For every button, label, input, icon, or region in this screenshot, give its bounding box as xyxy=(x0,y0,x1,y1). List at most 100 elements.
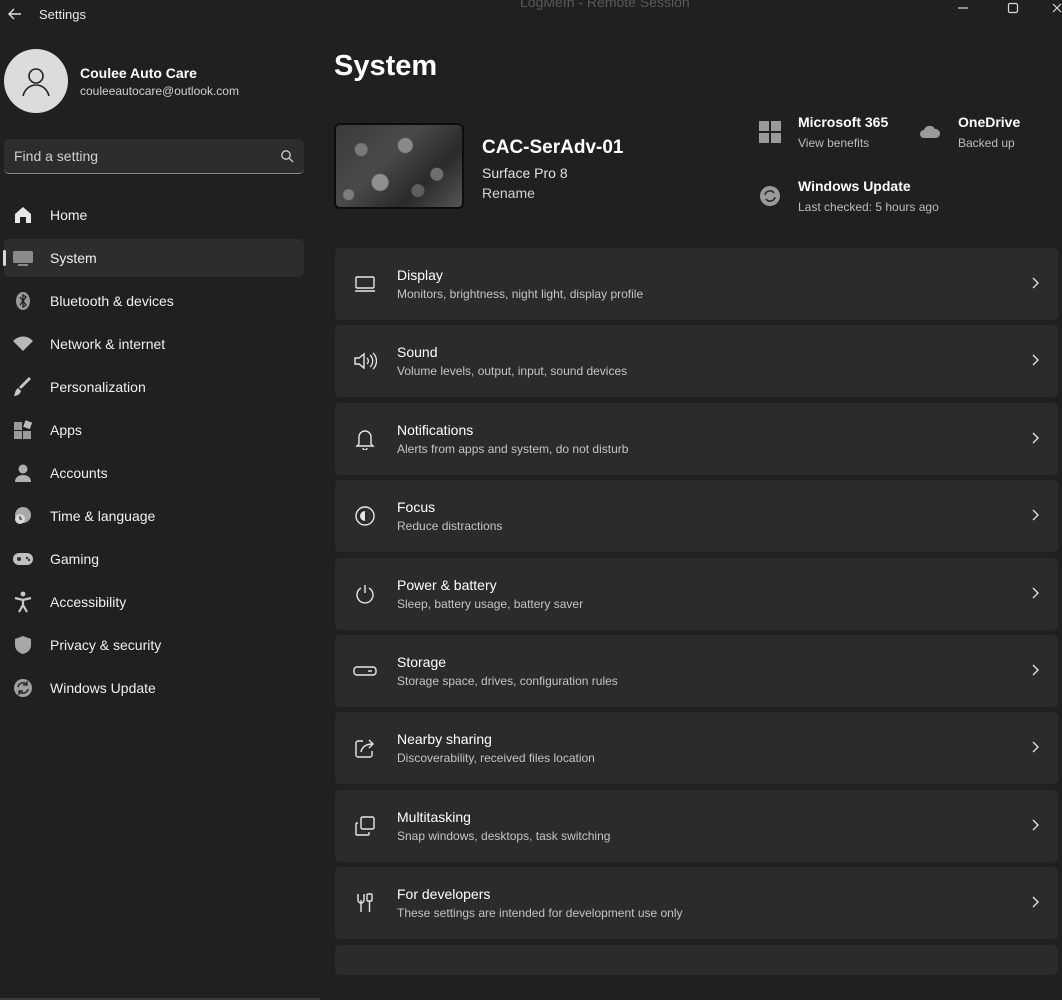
microsoft-logo-icon xyxy=(758,120,782,144)
speaker-icon xyxy=(353,349,377,373)
settings-card-list: Display Monitors, brightness, night ligh… xyxy=(335,248,1058,980)
back-arrow-icon[interactable] xyxy=(6,5,24,23)
minimize-button[interactable] xyxy=(948,0,978,16)
card-nearby-sharing[interactable]: Nearby sharing Discoverability, received… xyxy=(335,712,1058,785)
sidebar-item-time-language[interactable]: Time & language xyxy=(4,497,304,535)
card-subtitle: Sleep, battery usage, battery saver xyxy=(397,596,584,611)
device-model: Surface Pro 8 xyxy=(482,165,568,181)
sidebar-item-bluetooth[interactable]: Bluetooth & devices xyxy=(4,282,304,320)
chevron-right-icon xyxy=(1032,277,1039,289)
sidebar-item-label: Home xyxy=(50,207,88,223)
search-icon[interactable] xyxy=(280,149,294,163)
sidebar-item-home[interactable]: Home xyxy=(4,196,304,234)
card-notifications[interactable]: Notifications Alerts from apps and syste… xyxy=(335,402,1058,475)
card-for-developers[interactable]: For developers These settings are intend… xyxy=(335,867,1058,940)
sidebar-item-label: Windows Update xyxy=(50,680,156,696)
sidebar-item-label: Apps xyxy=(50,422,82,438)
onedrive-tile[interactable]: OneDrive Backed up xyxy=(918,114,1020,150)
card-storage[interactable]: Storage Storage space, drives, configura… xyxy=(335,634,1058,707)
sidebar-item-windows-update[interactable]: Windows Update xyxy=(4,669,304,707)
bluetooth-icon xyxy=(12,290,34,312)
card-title: Multitasking xyxy=(397,808,471,825)
search-input[interactable]: Find a setting xyxy=(4,139,304,174)
maximize-icon xyxy=(1007,2,1019,14)
card-focus[interactable]: Focus Reduce distractions xyxy=(335,480,1058,553)
card-title: For developers xyxy=(397,886,491,903)
sidebar-item-label: Time & language xyxy=(50,508,156,524)
tile-title: Microsoft 365 xyxy=(798,114,889,130)
share-icon xyxy=(353,736,377,760)
apps-icon xyxy=(12,419,34,441)
sidebar-item-network[interactable]: Network & internet xyxy=(4,325,304,363)
sidebar-item-accounts[interactable]: Accounts xyxy=(4,454,304,492)
home-icon xyxy=(12,204,34,226)
sidebar-item-label: Privacy & security xyxy=(50,637,162,653)
sidebar-item-label: Network & internet xyxy=(50,336,166,352)
sidebar-item-accessibility[interactable]: Accessibility xyxy=(4,583,304,621)
sidebar-item-label: Accessibility xyxy=(50,594,127,610)
card-subtitle: Monitors, brightness, night light, displ… xyxy=(397,287,644,301)
maximize-button[interactable] xyxy=(998,0,1028,16)
card-subtitle: Reduce distractions xyxy=(397,519,503,534)
sidebar-item-gaming[interactable]: Gaming xyxy=(4,540,304,578)
remote-session-title: LogMeIn - Remote Session xyxy=(520,0,690,10)
rename-link[interactable]: Rename xyxy=(482,185,623,201)
device-wallpaper-thumbnail xyxy=(334,123,464,209)
chevron-right-icon xyxy=(1032,354,1039,366)
sidebar-item-system[interactable]: System xyxy=(3,239,304,277)
main-content: System CAC-SerAdv-01 Surface Pro 8 Renam… xyxy=(320,30,1062,976)
tile-subtitle: Backed up xyxy=(958,136,1015,150)
tile-title: OneDrive xyxy=(958,114,1021,130)
accessibility-icon xyxy=(12,591,34,613)
card-display[interactable]: Display Monitors, brightness, night ligh… xyxy=(335,248,1058,320)
cloud-icon xyxy=(918,120,942,144)
search-placeholder: Find a setting xyxy=(14,148,99,164)
title-bar: Settings LogMeIn - Remote Session xyxy=(0,0,1062,30)
card-title: Nearby sharing xyxy=(397,731,492,748)
card-partial[interactable] xyxy=(335,944,1058,975)
card-subtitle: These settings are intended for developm… xyxy=(397,906,683,921)
chevron-right-icon xyxy=(1032,741,1039,753)
globe-clock-icon xyxy=(12,505,34,527)
user-profile[interactable]: Coulee Auto Care couleeautocare@outlook.… xyxy=(4,48,239,114)
card-subtitle: Discoverability, received files location xyxy=(397,751,595,766)
person-avatar-icon xyxy=(22,68,50,97)
chevron-right-icon xyxy=(1032,819,1039,831)
chevron-right-icon xyxy=(1032,896,1039,908)
windows-update-tile[interactable]: Windows Update Last checked: 5 hours ago xyxy=(758,178,939,214)
sidebar-item-label: Personalization xyxy=(50,379,146,395)
minimize-icon xyxy=(958,7,968,9)
card-sound[interactable]: Sound Volume levels, output, input, soun… xyxy=(335,325,1058,398)
sidebar-item-label: Bluetooth & devices xyxy=(50,293,174,309)
bell-icon xyxy=(353,427,377,451)
tile-subtitle: View benefits xyxy=(798,136,870,150)
sidebar-item-label: System xyxy=(50,250,97,266)
microsoft365-tile[interactable]: Microsoft 365 View benefits xyxy=(758,114,888,150)
card-power-battery[interactable]: Power & battery Sleep, battery usage, ba… xyxy=(335,557,1058,630)
user-name: Coulee Auto Care xyxy=(80,64,197,81)
sidebar-item-privacy[interactable]: Privacy & security xyxy=(4,626,304,664)
sidebar-nav: Home System Bluetooth & devices Network … xyxy=(3,196,304,712)
sidebar-item-personalization[interactable]: Personalization xyxy=(4,368,304,406)
chevron-right-icon xyxy=(1032,432,1039,444)
avatar[interactable] xyxy=(4,49,68,113)
gamepad-icon xyxy=(12,548,34,570)
update-icon xyxy=(12,677,34,699)
sidebar-item-apps[interactable]: Apps xyxy=(4,411,304,449)
card-subtitle: Alerts from apps and system, do not dist… xyxy=(397,441,629,456)
power-icon xyxy=(353,582,377,606)
card-subtitle: Storage space, drives, configuration rul… xyxy=(397,673,618,688)
card-title: Sound xyxy=(397,344,438,361)
sidebar-item-label: Accounts xyxy=(50,465,108,481)
developer-tools-icon xyxy=(353,891,377,915)
sidebar-item-label: Gaming xyxy=(50,551,100,567)
wifi-icon xyxy=(12,333,34,355)
person-icon xyxy=(12,462,34,484)
card-multitasking[interactable]: Multitasking Snap windows, desktops, tas… xyxy=(335,789,1058,862)
close-button[interactable] xyxy=(1042,0,1062,16)
close-icon xyxy=(1052,3,1062,13)
chevron-right-icon xyxy=(1032,587,1039,599)
card-title: Notifications xyxy=(397,421,474,438)
focus-icon xyxy=(353,504,377,528)
shield-icon xyxy=(12,634,34,656)
